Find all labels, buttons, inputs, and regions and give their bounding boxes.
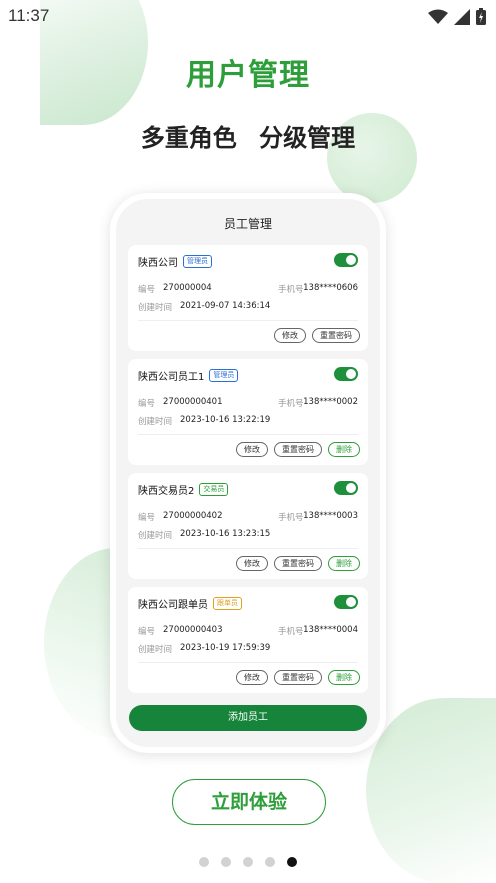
employee-id-row: 编号 27000000402 手机号 138****0003 <box>138 511 358 523</box>
enable-toggle[interactable] <box>334 595 358 609</box>
enable-toggle[interactable] <box>334 253 358 267</box>
role-badge: 管理员 <box>183 255 212 268</box>
delete-button[interactable]: 删除 <box>328 670 360 685</box>
created-time: 2023-10-16 13:23:15 <box>180 529 271 539</box>
card-actions: 修改 重置密码 删除 <box>236 670 360 685</box>
created-time: 2023-10-16 13:22:19 <box>180 415 271 425</box>
status-icons <box>428 8 486 25</box>
status-bar: 11:37 <box>0 0 496 34</box>
status-time: 11:37 <box>8 6 50 25</box>
created-label: 创建时间 <box>138 417 173 427</box>
page-dot[interactable] <box>265 857 275 867</box>
phone-mockup: 员工管理 陕西公司 管理员 编号 270000004 手机号 138****06… <box>110 193 386 753</box>
role-badge: 管理员 <box>209 369 239 382</box>
phone-label: 手机号 <box>278 513 304 523</box>
id-label: 编号 <box>138 285 156 295</box>
created-row: 创建时间 2023-10-16 13:23:15 <box>138 529 358 541</box>
edit-button[interactable]: 修改 <box>236 442 268 457</box>
reset-password-button[interactable]: 重置密码 <box>274 556 322 571</box>
phone-label: 手机号 <box>278 285 304 295</box>
employee-name: 陕西公司 <box>138 258 178 269</box>
id-label: 编号 <box>138 513 156 523</box>
created-row: 创建时间 2023-10-19 17:59:39 <box>138 643 358 655</box>
card-actions: 修改 重置密码 删除 <box>236 556 360 571</box>
employee-phone: 138****0606 <box>303 283 358 293</box>
employee-card: 陕西公司员工1 管理员 编号 27000000401 手机号 138****00… <box>128 359 368 465</box>
delete-button[interactable]: 删除 <box>328 556 360 571</box>
reset-password-button[interactable]: 重置密码 <box>274 670 322 685</box>
employee-card: 陕西公司 管理员 编号 270000004 手机号 138****0606 创建… <box>128 245 368 351</box>
try-now-button[interactable]: 立即体验 <box>172 779 326 825</box>
employee-name-row: 陕西公司 管理员 <box>138 254 212 269</box>
wifi-icon <box>428 9 448 24</box>
created-time: 2023-10-19 17:59:39 <box>180 643 271 653</box>
employee-phone: 138****0004 <box>303 625 358 635</box>
created-row: 创建时间 2023-10-16 13:22:19 <box>138 415 358 427</box>
employee-name-row: 陕西公司员工1 管理员 <box>138 368 239 383</box>
employee-id-row: 编号 27000000403 手机号 138****0004 <box>138 625 358 637</box>
created-label: 创建时间 <box>138 303 173 313</box>
card-divider <box>138 320 358 321</box>
employee-id: 27000000403 <box>163 625 223 635</box>
employee-phone: 138****0003 <box>303 511 358 521</box>
edit-button[interactable]: 修改 <box>236 670 268 685</box>
hero-title: 用户管理 <box>186 58 310 93</box>
employee-id-row: 编号 27000000401 手机号 138****0002 <box>138 397 358 409</box>
card-actions: 修改 重置密码 <box>274 328 360 343</box>
employee-card: 陕西交易员2 交易员 编号 27000000402 手机号 138****000… <box>128 473 368 579</box>
page-dot[interactable] <box>243 857 253 867</box>
id-label: 编号 <box>138 627 156 637</box>
page-indicator <box>0 857 496 867</box>
card-actions: 修改 重置密码 删除 <box>236 442 360 457</box>
page-dot[interactable] <box>287 857 297 867</box>
reset-password-button[interactable]: 重置密码 <box>274 442 322 457</box>
id-label: 编号 <box>138 399 156 409</box>
reset-password-button[interactable]: 重置密码 <box>312 328 360 343</box>
created-row: 创建时间 2021-09-07 14:36:14 <box>138 301 358 313</box>
employee-id-row: 编号 270000004 手机号 138****0606 <box>138 283 358 295</box>
employee-id: 27000000402 <box>163 511 223 521</box>
card-divider <box>138 548 358 549</box>
employee-card: 陕西公司跟单员 跟单员 编号 27000000403 手机号 138****00… <box>128 587 368 693</box>
employee-name: 陕西公司跟单员 <box>138 600 208 611</box>
enable-toggle[interactable] <box>334 367 358 381</box>
page-dot[interactable] <box>221 857 231 867</box>
card-divider <box>138 662 358 663</box>
delete-button[interactable]: 删除 <box>328 442 360 457</box>
edit-button[interactable]: 修改 <box>236 556 268 571</box>
page-dot[interactable] <box>199 857 209 867</box>
role-badge: 交易员 <box>199 483 229 496</box>
phone-label: 手机号 <box>278 399 304 409</box>
employee-phone: 138****0002 <box>303 397 358 407</box>
battery-icon <box>476 8 486 25</box>
created-label: 创建时间 <box>138 531 173 541</box>
employee-id: 270000004 <box>163 283 212 293</box>
employee-name-row: 陕西公司跟单员 跟单员 <box>138 596 242 611</box>
phone-page-title: 员工管理 <box>223 217 272 231</box>
enable-toggle[interactable] <box>334 481 358 495</box>
employee-name: 陕西公司员工1 <box>138 372 205 383</box>
employee-id: 27000000401 <box>163 397 223 407</box>
role-badge: 跟单员 <box>213 597 242 610</box>
signal-icon <box>454 8 470 25</box>
add-employee-button[interactable]: 添加员工 <box>129 705 367 731</box>
created-label: 创建时间 <box>138 645 173 655</box>
employee-name-row: 陕西交易员2 交易员 <box>138 482 229 497</box>
edit-button[interactable]: 修改 <box>274 328 306 343</box>
hero-subtitle: 多重角色 分级管理 <box>140 124 356 152</box>
created-time: 2021-09-07 14:36:14 <box>180 301 271 311</box>
card-divider <box>138 434 358 435</box>
employee-name: 陕西交易员2 <box>138 486 195 497</box>
decor-blob <box>366 698 496 883</box>
phone-label: 手机号 <box>278 627 304 637</box>
